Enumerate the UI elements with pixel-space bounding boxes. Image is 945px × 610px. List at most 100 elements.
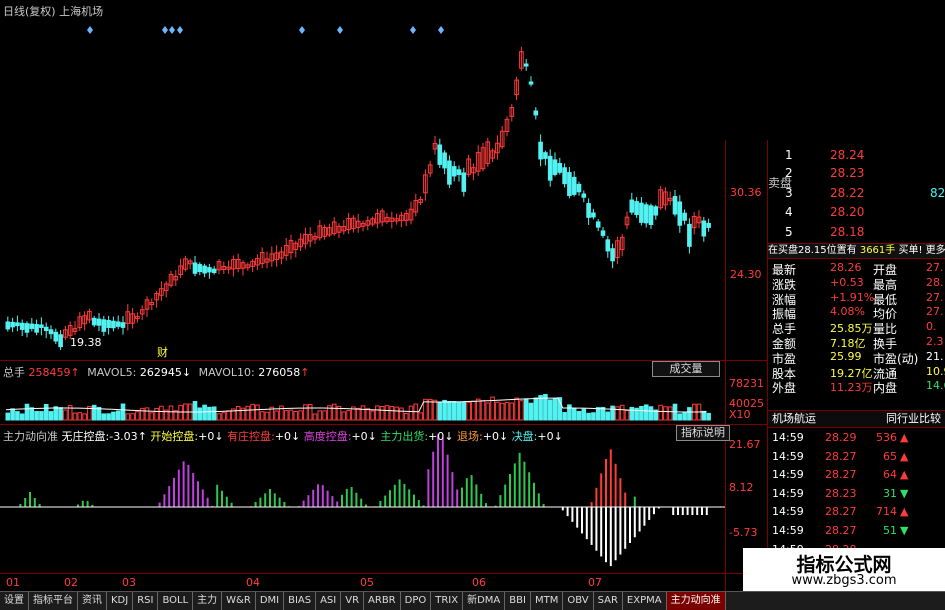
tab-11[interactable]: VR xyxy=(341,592,365,610)
volume-bar xyxy=(288,409,294,421)
indicator-item-value: +0 xyxy=(274,430,291,443)
event-marker[interactable]: 财 xyxy=(157,344,168,360)
quote-row: 总手 25.85万 量比 0. xyxy=(770,320,945,336)
tab-18[interactable]: OBV xyxy=(563,592,594,610)
volume-bar xyxy=(235,405,241,421)
sell-level: 4 xyxy=(785,205,793,219)
tab-2[interactable]: 资讯 xyxy=(78,592,107,610)
candle xyxy=(207,267,212,273)
mavol10-value: 276058 xyxy=(258,366,301,379)
quote-key: 内盘 xyxy=(873,381,898,396)
tab-13[interactable]: DPO xyxy=(401,592,432,610)
tab-21[interactable]: 主力动向准 xyxy=(666,592,726,610)
candle xyxy=(610,248,615,262)
candle xyxy=(706,222,711,228)
candle xyxy=(106,320,111,328)
candle xyxy=(672,196,678,215)
up-arrow-icon: ▲ xyxy=(900,505,909,519)
up-arrow-icon: ▲ xyxy=(900,431,909,444)
volume-bar xyxy=(24,403,30,421)
tab-17[interactable]: MTM xyxy=(531,592,564,610)
month-label: 02 xyxy=(64,576,78,589)
volume-bar xyxy=(178,404,183,421)
volume-bar xyxy=(115,410,121,421)
volume-bar xyxy=(331,403,337,421)
volume-bar xyxy=(643,404,649,421)
sell-level-row[interactable]: 4 28.20 xyxy=(770,205,945,221)
candle xyxy=(202,265,207,274)
mavol10-label: MAVOL10: xyxy=(198,366,255,379)
tick-time: 14:59 xyxy=(772,431,804,444)
sell-level-row[interactable]: 3 28.22 82 xyxy=(770,186,945,202)
kline-chart[interactable] xyxy=(0,0,770,591)
tab-20[interactable]: EXPMA xyxy=(623,592,667,610)
candle xyxy=(538,141,543,160)
volume-bar xyxy=(5,412,11,421)
axis-separator xyxy=(725,140,726,591)
tick-row: 14:59 28.27 65 ▲ xyxy=(770,450,945,466)
diamond-marker xyxy=(438,26,444,34)
sell-price: 28.23 xyxy=(830,166,865,180)
volume-bar xyxy=(432,399,438,421)
candle xyxy=(595,221,601,228)
volume-bar xyxy=(504,401,510,421)
candle xyxy=(58,334,63,348)
tab-7[interactable]: W&R xyxy=(222,592,256,610)
month-label: 05 xyxy=(360,576,374,589)
volume-bar xyxy=(619,404,625,421)
volume-bar xyxy=(144,407,150,421)
tab-19[interactable]: SAR xyxy=(594,592,623,610)
candle xyxy=(687,223,692,247)
tick-price: 28.29 xyxy=(825,431,857,444)
volume-bar xyxy=(72,412,78,421)
candle xyxy=(96,318,102,326)
tab-15[interactable]: 新DMA xyxy=(463,592,506,610)
order-alert-bar[interactable]: 在买盘28.15位置有 3661手 买单! 更多详 xyxy=(768,243,945,259)
tab-5[interactable]: BOLL xyxy=(158,592,194,610)
volume-bar xyxy=(111,411,116,421)
sell-level-row[interactable]: 5 28.18 xyxy=(770,225,945,241)
volume-bar xyxy=(389,406,395,421)
tick-price: 28.27 xyxy=(825,524,857,537)
candle xyxy=(643,204,649,224)
volume-bar xyxy=(408,405,414,421)
diamond-marker xyxy=(337,26,343,34)
tab-6[interactable]: 主力 xyxy=(193,592,223,610)
tab-12[interactable]: ARBR xyxy=(364,592,401,610)
tab-16[interactable]: BBI xyxy=(505,592,531,610)
candle xyxy=(120,322,126,328)
more-detail-link[interactable]: 更多详 xyxy=(926,245,945,256)
quote-row: 涨跌 +0.53 最高 28. xyxy=(770,276,945,292)
volume-axis-label: 78231 xyxy=(729,377,764,390)
volume-bar xyxy=(135,411,140,421)
quote-value: 25.85万 xyxy=(830,322,873,336)
sell-level-row[interactable]: 2 28.23 xyxy=(770,166,945,182)
volume-bar xyxy=(639,405,644,421)
tab-1[interactable]: 指标平台 xyxy=(29,592,78,610)
tab-10[interactable]: ASI xyxy=(316,592,342,610)
volume-bar xyxy=(168,405,174,421)
month-label: 03 xyxy=(122,576,136,589)
quote-value: 14.6 xyxy=(926,379,945,393)
tab-8[interactable]: DMI xyxy=(256,592,285,610)
volume-bar xyxy=(475,398,481,421)
tab-3[interactable]: KDJ xyxy=(107,592,134,610)
quote-value: +1.91% xyxy=(830,290,875,304)
tab-14[interactable]: TRIX xyxy=(431,592,464,610)
tab-0[interactable]: 设置 xyxy=(0,592,29,610)
volume-bar xyxy=(58,407,63,421)
sell-level-row[interactable]: 1 28.24 xyxy=(770,148,945,164)
volume-bar xyxy=(346,410,351,421)
tab-9[interactable]: BIAS xyxy=(284,592,317,610)
sell-price: 28.22 xyxy=(830,186,865,200)
volume-bar xyxy=(10,408,15,421)
quote-value: 10.9 xyxy=(926,364,945,378)
volume-bar xyxy=(591,412,596,421)
watermark: 指标公式网 www.zbgs3.com xyxy=(743,548,945,591)
candle xyxy=(653,206,659,216)
mavol5-label: MAVOL5: xyxy=(87,366,137,379)
industry-compare-link[interactable]: 同行业比较 xyxy=(886,411,941,427)
volume-selector-button[interactable]: 成交量 xyxy=(652,361,720,377)
tab-4[interactable]: RSI xyxy=(133,592,159,610)
indicator-help-button[interactable]: 指标说明 xyxy=(676,425,730,441)
